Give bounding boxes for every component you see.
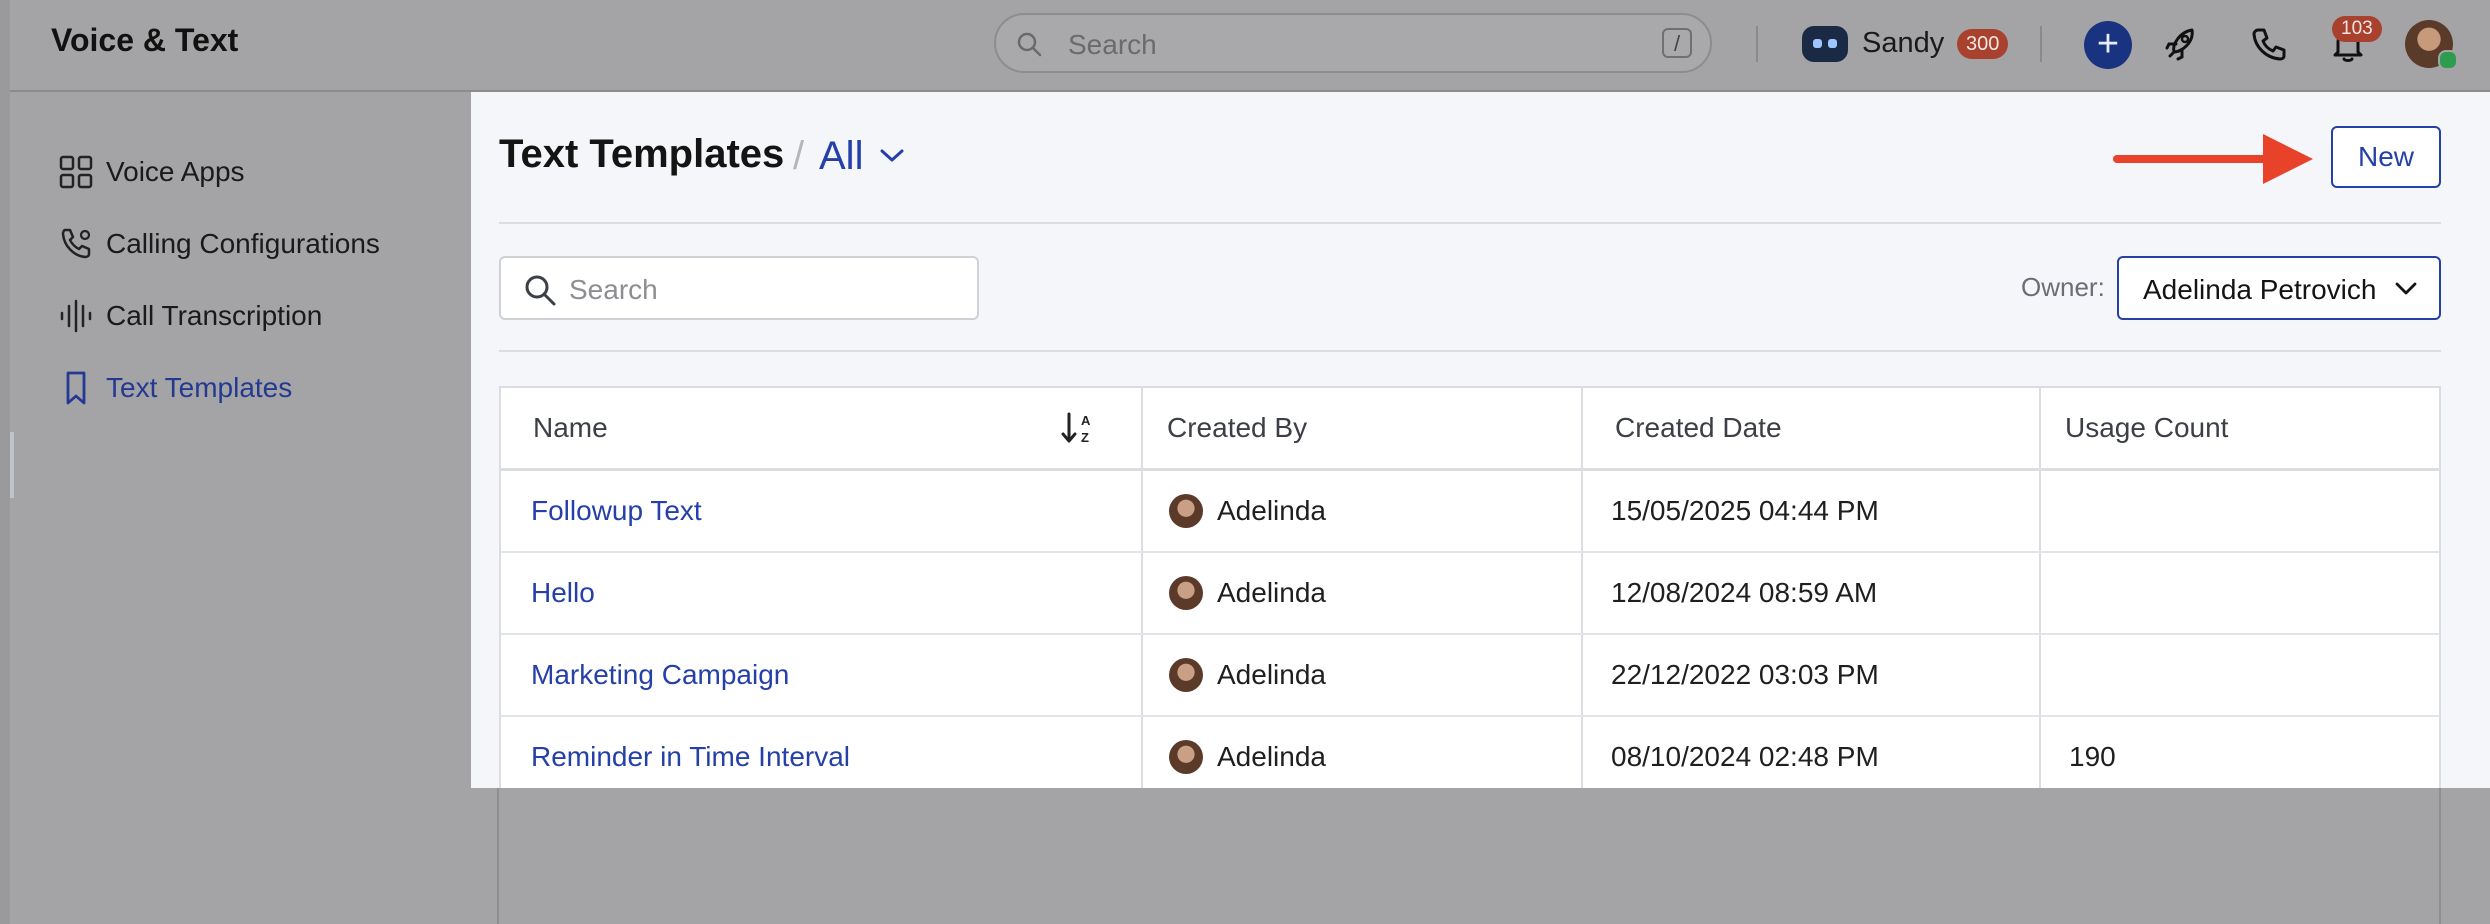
breadcrumb-separator: / xyxy=(793,134,805,178)
owner-label: Owner: xyxy=(2021,272,2105,302)
assistant-bot-icon[interactable] xyxy=(1802,26,1848,62)
templates-panel: Text Templates / All New Search Owner: A… xyxy=(471,92,2490,799)
global-search-input[interactable]: Search / xyxy=(994,13,1712,73)
sidebar: Voice Apps Calling Configurations Call T… xyxy=(10,92,470,924)
global-search-placeholder: Search xyxy=(1068,29,1157,60)
annotation-arrow-icon xyxy=(2113,134,2313,184)
avatar xyxy=(1169,576,1203,610)
created-by-value: Adelinda xyxy=(1217,659,1326,690)
table-row: Marketing Campaign Adelinda 22/12/2022 0… xyxy=(501,635,2439,717)
user-name[interactable]: Sandy xyxy=(1862,27,1944,60)
created-date-value: 12/08/2024 08:59 AM xyxy=(1611,577,1878,608)
page-title: Text Templates xyxy=(499,132,785,176)
avatar xyxy=(1169,740,1203,774)
created-date-value: 15/05/2025 04:44 PM xyxy=(1611,495,1879,526)
created-by-value: Adelinda xyxy=(1217,495,1326,526)
grid-icon xyxy=(59,155,93,189)
column-header-created-by[interactable]: Created By xyxy=(1143,388,1583,468)
app-title: Voice & Text xyxy=(51,22,239,58)
templates-search-input[interactable]: Search xyxy=(499,256,979,320)
created-by-value: Adelinda xyxy=(1217,577,1326,608)
chevron-down-icon xyxy=(2395,282,2417,295)
owner-select-value: Adelinda Petrovich xyxy=(2143,274,2377,305)
column-header-usage-count[interactable]: Usage Count xyxy=(2041,388,2441,468)
table-row: Followup Text Adelinda 15/05/2025 04:44 … xyxy=(501,471,2439,553)
column-header-created-date[interactable]: Created Date xyxy=(1583,388,2041,468)
search-icon xyxy=(1017,32,1042,57)
phone-icon[interactable] xyxy=(2246,22,2290,66)
avatar xyxy=(1169,658,1203,692)
created-by-value: Adelinda xyxy=(1217,741,1326,772)
column-header-name[interactable]: Name xyxy=(501,388,1143,468)
dimmed-content-area xyxy=(497,788,2441,924)
create-plus-button[interactable]: + xyxy=(2084,21,2132,69)
avatar xyxy=(1169,494,1203,528)
usage-count-value: 190 xyxy=(2069,741,2116,772)
sidebar-item-voice-apps[interactable]: Voice Apps xyxy=(46,146,466,196)
notification-count-badge: 103 xyxy=(2332,16,2382,42)
svg-text:A: A xyxy=(1081,413,1091,428)
rocket-icon[interactable] xyxy=(2160,22,2204,66)
template-name-link[interactable]: Followup Text xyxy=(531,495,702,527)
sort-az-icon[interactable]: A Z xyxy=(1061,410,1097,446)
templates-search-placeholder: Search xyxy=(569,274,658,305)
template-name-link[interactable]: Reminder in Time Interval xyxy=(531,741,850,773)
search-shortcut-key: / xyxy=(1662,28,1692,58)
divider xyxy=(2040,26,2042,62)
phone-settings-icon xyxy=(61,228,91,259)
sidebar-item-call-transcription[interactable]: Call Transcription xyxy=(46,290,466,340)
template-name-link[interactable]: Marketing Campaign xyxy=(531,659,789,691)
online-status-dot xyxy=(2438,50,2458,70)
table-row: Reminder in Time Interval Adelinda 08/10… xyxy=(501,717,2439,797)
chevron-down-icon[interactable] xyxy=(879,148,905,164)
sidebar-item-label: Call Transcription xyxy=(106,300,323,331)
templates-table: Name A Z Created By Created Date Usage C… xyxy=(499,386,2441,799)
divider xyxy=(1756,26,1758,62)
table-row: Hello Adelinda 12/08/2024 08:59 AM xyxy=(501,553,2439,635)
credits-badge: 300 xyxy=(1957,29,2009,59)
view-filter-dropdown[interactable]: All xyxy=(819,134,863,179)
created-date-value: 22/12/2022 03:03 PM xyxy=(1611,659,1879,690)
sidebar-item-text-templates[interactable]: Text Templates xyxy=(46,362,466,412)
sidebar-item-label: Voice Apps xyxy=(106,156,245,187)
divider xyxy=(499,350,2441,352)
search-icon xyxy=(525,275,556,306)
svg-text:Z: Z xyxy=(1081,430,1089,445)
created-date-value: 08/10/2024 02:48 PM xyxy=(1611,741,1879,772)
table-header: Name A Z Created By Created Date Usage C… xyxy=(501,388,2439,471)
owner-select[interactable]: Adelinda Petrovich xyxy=(2117,256,2441,320)
divider xyxy=(499,222,2441,224)
sidebar-item-label: Text Templates xyxy=(106,372,293,403)
template-name-link[interactable]: Hello xyxy=(531,577,595,609)
top-bar: Voice & Text Search / Sandy 300 + 103 xyxy=(10,0,2490,92)
sidebar-active-indicator xyxy=(10,432,14,498)
sidebar-item-label: Calling Configurations xyxy=(106,228,380,259)
new-template-button[interactable]: New xyxy=(2331,126,2441,188)
waveform-icon xyxy=(60,299,92,333)
sidebar-item-calling-configurations[interactable]: Calling Configurations xyxy=(46,218,466,268)
bookmark-icon xyxy=(66,371,86,405)
